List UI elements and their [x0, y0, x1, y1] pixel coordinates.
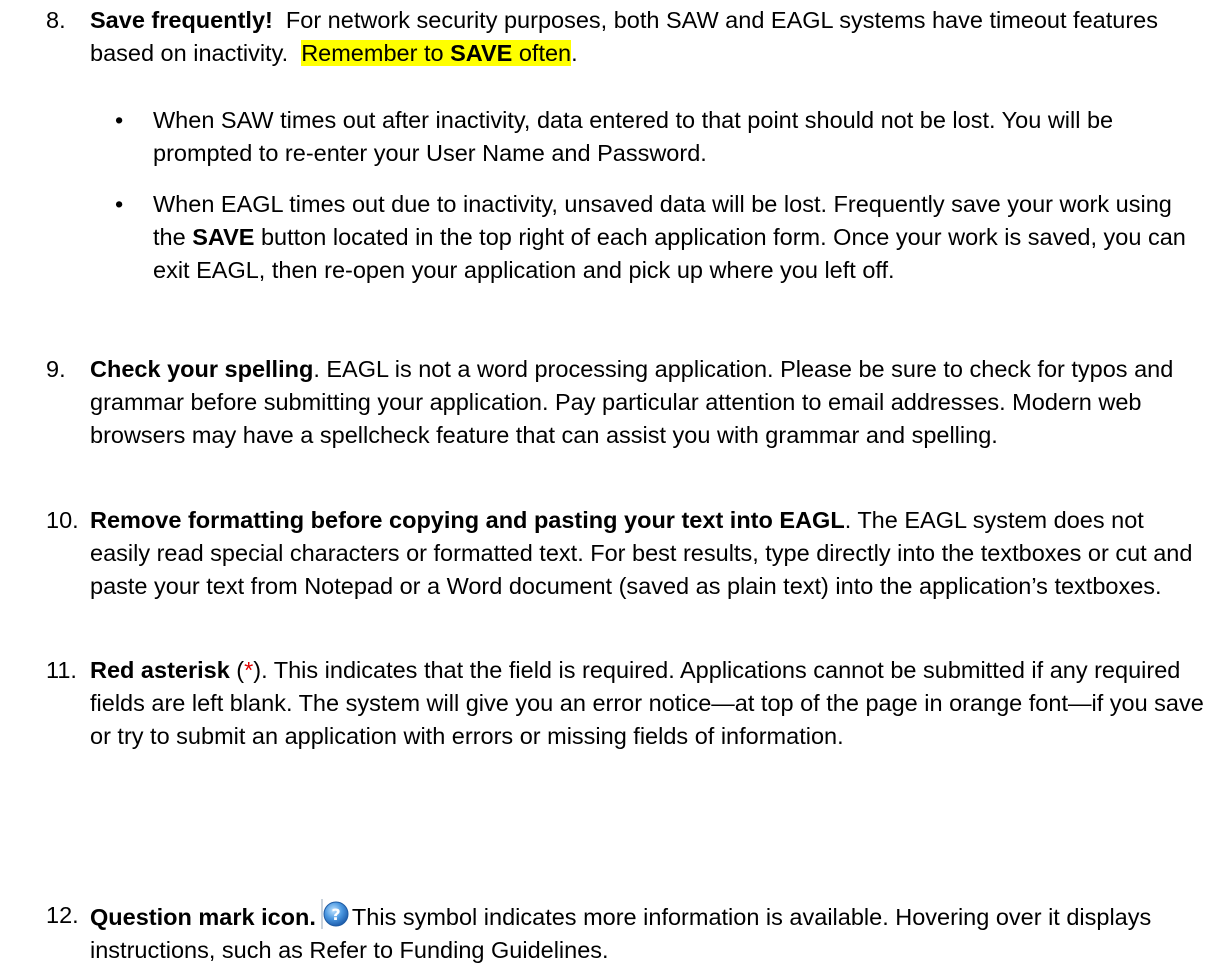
item-title: Save frequently!	[90, 7, 273, 33]
item-title: Red asterisk	[90, 657, 230, 683]
item-text: ). This indicates that the field is requ…	[90, 657, 1204, 749]
bullet-text-post: button located in the top right of each …	[153, 224, 1186, 283]
item-number: 12.	[46, 902, 79, 928]
list-item-9: 9. Check your spelling. EAGL is not a wo…	[46, 353, 1206, 452]
item-end-punctuation: .	[571, 40, 578, 66]
highlighted-reminder: Remember to SAVE often	[301, 40, 572, 66]
bullet-bold-save: SAVE	[192, 224, 255, 250]
item-number: 10.	[46, 507, 79, 533]
item-number: 11.	[46, 657, 77, 683]
item-number: 8.	[46, 7, 66, 33]
item-paragraph: Red asterisk (*). This indicates that th…	[90, 654, 1206, 753]
reminder-prefix: Remember to	[301, 40, 444, 66]
list-item-8: 8. Save frequently! For network security…	[46, 4, 1206, 70]
item-paragraph: Check your spelling. EAGL is not a word …	[90, 353, 1206, 452]
bullet-text: When SAW times out after inactivity, dat…	[153, 107, 1114, 166]
item-title: Remove formatting before copying and pas…	[90, 507, 845, 533]
item-paragraph: Question mark icon. ? This symbol indica…	[90, 899, 1206, 967]
bullet-text: When EAGL times out due to inactivity, u…	[153, 188, 1210, 287]
reminder-suffix: often	[518, 40, 572, 66]
bullet-item: • When SAW times out after inactivity, d…	[115, 104, 1210, 170]
list-item-10: 10. Remove formatting before copying and…	[46, 504, 1206, 603]
red-asterisk: *	[244, 657, 254, 683]
bullet-dot: •	[115, 107, 124, 133]
reminder-bold: SAVE	[450, 40, 513, 66]
item-title: Question mark icon.	[90, 904, 316, 930]
item-paragraph: Remove formatting before copying and pas…	[90, 504, 1206, 603]
item-number: 9.	[46, 356, 66, 382]
question-mark-icon: ?	[320, 899, 350, 929]
bullet-dot: •	[115, 191, 124, 217]
item-paragraph: Save frequently! For network security pu…	[90, 4, 1206, 70]
open-paren: (	[229, 657, 245, 683]
item-title: Check your spelling	[90, 356, 314, 382]
list-item-12: 12. Question mark icon. ? This symbol in…	[46, 899, 1206, 967]
svg-text:?: ?	[331, 905, 340, 924]
bullet-item: • When EAGL times out due to inactivity,…	[115, 188, 1210, 287]
list-item-11: 11. Red asterisk (*). This indicates tha…	[46, 654, 1206, 753]
